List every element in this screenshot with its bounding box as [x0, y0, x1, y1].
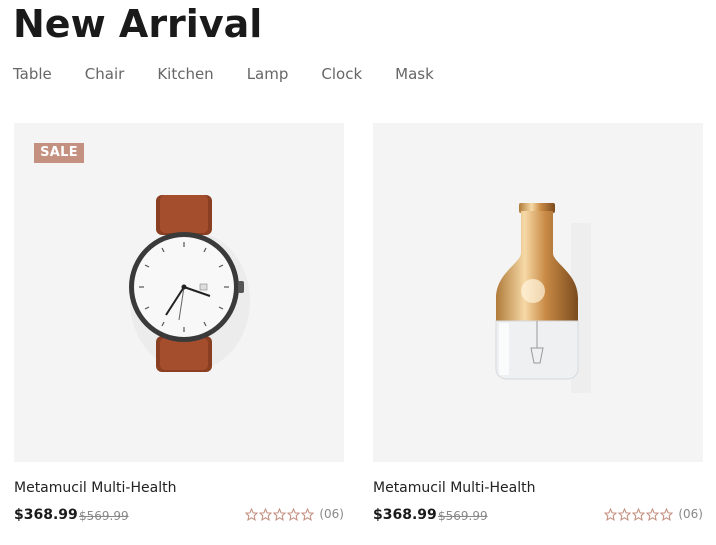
sale-badge: SALE: [34, 143, 84, 163]
product-card[interactable]: SALE Metamucil Multi-Health $368.99 $569…: [14, 123, 344, 523]
review-count: (06): [678, 507, 703, 521]
tab-kitchen[interactable]: Kitchen: [157, 65, 213, 83]
product-image[interactable]: SALE: [14, 123, 344, 462]
tab-chair[interactable]: Chair: [85, 65, 125, 83]
product-rating: (06): [245, 507, 344, 521]
star-outline-icon: [287, 507, 301, 521]
tab-table[interactable]: Table: [13, 65, 52, 83]
star-outline-icon: [301, 507, 315, 521]
star-outline-icon: [646, 507, 660, 521]
product-rating: (06): [604, 507, 703, 521]
price-row: $368.99 $569.99 (06): [14, 507, 344, 529]
star-outline-icon: [245, 507, 259, 521]
star-outline-icon: [273, 507, 287, 521]
review-count: (06): [319, 507, 344, 521]
product-price: $368.99: [373, 507, 437, 523]
product-card[interactable]: Metamucil Multi-Health $368.99 $569.99 (…: [373, 123, 703, 523]
category-tabs: Table Chair Kitchen Lamp Clock Mask: [13, 65, 467, 83]
star-rating: [604, 507, 674, 521]
star-rating: [245, 507, 315, 521]
product-old-price: $569.99: [79, 509, 129, 523]
product-price: $368.99: [14, 507, 78, 523]
star-outline-icon: [604, 507, 618, 521]
star-outline-icon: [632, 507, 646, 521]
price-row: $368.99 $569.99 (06): [373, 507, 703, 529]
tab-clock[interactable]: Clock: [321, 65, 362, 83]
product-name[interactable]: Metamucil Multi-Health: [14, 480, 176, 496]
product-name[interactable]: Metamucil Multi-Health: [373, 480, 535, 496]
tab-lamp[interactable]: Lamp: [247, 65, 289, 83]
page-title: New Arrival: [13, 2, 263, 46]
tab-mask[interactable]: Mask: [395, 65, 434, 83]
product-old-price: $569.99: [438, 509, 488, 523]
bulb-lamp-icon: [495, 203, 591, 393]
product-image[interactable]: [373, 123, 703, 462]
star-outline-icon: [618, 507, 632, 521]
star-outline-icon: [259, 507, 273, 521]
star-outline-icon: [660, 507, 674, 521]
wristwatch-icon: [129, 195, 250, 372]
